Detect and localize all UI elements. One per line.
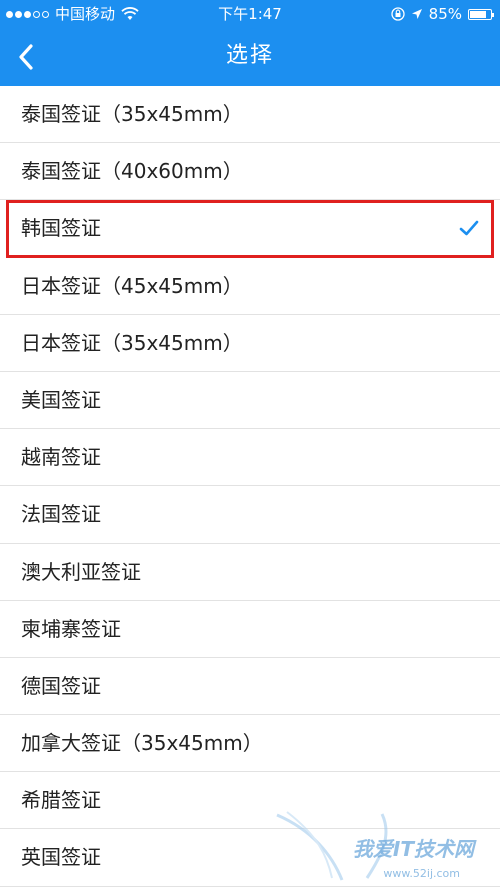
watermark-text: 我爱IT技术网 (352, 837, 474, 861)
status-bar: 中国移动 下午1:47 85% (0, 0, 500, 28)
list-item-label: 加拿大签证（35x45mm） (21, 731, 263, 756)
list-item-label: 泰国签证（35x45mm） (21, 102, 243, 126)
list-item[interactable]: 韩国签证 (6, 200, 494, 258)
nav-bar: 选择 (0, 28, 500, 86)
list-item[interactable]: 越南签证 (0, 429, 500, 487)
watermark-url: www.52ij.com (383, 867, 460, 880)
list-item-label: 德国签证 (21, 673, 101, 698)
list-item[interactable]: 澳大利亚签证 (0, 544, 500, 601)
list-item[interactable]: 加拿大签证（35x45mm） (0, 715, 500, 773)
list-item-label: 韩国签证 (21, 216, 101, 241)
list-item-label: 柬埔寨签证 (21, 616, 121, 641)
list-item-label: 日本签证（45x45mm） (21, 273, 243, 298)
option-list: 泰国签证（35x45mm） 泰国签证（40x60mm） 韩国签证日本签证（45x45… (0, 86, 500, 887)
battery-icon (468, 8, 494, 20)
list-item-label: 法国签证 (21, 502, 101, 527)
list-item-label: 希腊签证 (21, 788, 101, 813)
list-item-label: 日本签证（35x45mm） (21, 330, 243, 355)
location-arrow-icon (411, 9, 422, 19)
list-item[interactable]: 柬埔寨签证 (0, 601, 500, 658)
screen: 中国移动 下午1:47 85% 选择 泰国签证（35x45mm） 泰国签证（40… (0, 0, 500, 890)
header: 中国移动 下午1:47 85% 选择 (0, 0, 500, 86)
list-item[interactable]: 泰国签证（40x60mm） (0, 143, 500, 201)
list-item-label: 美国签证 (21, 387, 101, 412)
page-title: 选择 (225, 43, 274, 68)
battery-fill (470, 10, 486, 18)
list-item[interactable]: 日本签证（35x45mm） (0, 315, 500, 372)
checkmark-icon (459, 221, 479, 236)
list-item[interactable]: 泰国签证（35x45mm） (0, 86, 500, 144)
list-item-label: 泰国签证（40x60mm） (21, 159, 243, 184)
list-item[interactable]: 德国签证 (0, 658, 500, 716)
list-item[interactable]: 日本签证（45x45mm） (0, 258, 500, 315)
list-item-label: 越南签证 (21, 445, 101, 470)
list-item[interactable]: 美国签证 (0, 372, 500, 430)
list-item-label: 澳大利亚签证 (21, 559, 141, 584)
list-item[interactable]: 法国签证 (0, 486, 500, 544)
battery-percent: 85% (428, 5, 462, 23)
status-right: 85% (391, 0, 494, 28)
orientation-lock-icon (391, 7, 405, 21)
list-item-label: 英国签证 (21, 845, 101, 870)
